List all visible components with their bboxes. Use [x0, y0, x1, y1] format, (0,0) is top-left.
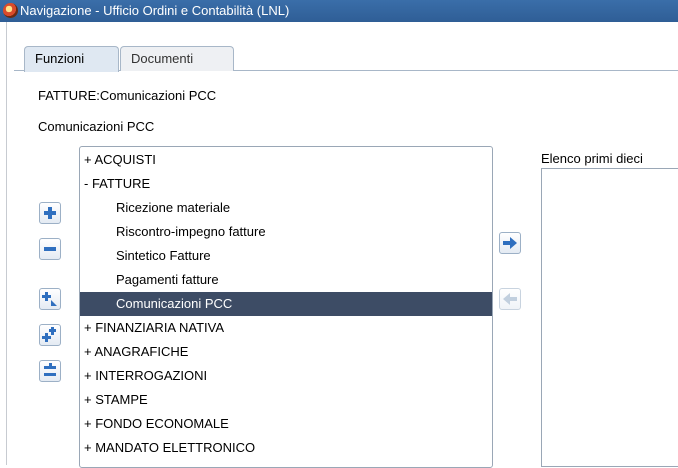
tree-item[interactable]: + ACQUISTI — [80, 148, 492, 172]
tree-item[interactable]: Sintetico Fatture — [80, 244, 492, 268]
tree-item[interactable]: + FONDO ECONOMALE — [80, 412, 492, 436]
tree-item-label: - FATTURE — [84, 176, 151, 191]
right-list[interactable] — [541, 168, 678, 467]
expand-all-button[interactable] — [39, 288, 61, 310]
window-body: Funzioni Documenti FATTURE:Comunicazioni… — [0, 22, 678, 468]
expand-button[interactable] — [39, 202, 61, 224]
tree-item-label: + MANDATO ELETTRONICO — [84, 440, 256, 455]
section-label: Comunicazioni PCC — [38, 119, 155, 134]
expand-all-icon — [42, 292, 57, 306]
window-title: Navigazione - Ufficio Ordini e Contabili… — [20, 3, 290, 18]
tree-item[interactable]: Riscontro-impegno fatture — [80, 220, 492, 244]
title-bar: Navigazione - Ufficio Ordini e Contabili… — [0, 0, 678, 22]
tree-item[interactable]: + ANAGRAFICHE — [80, 340, 492, 364]
tree-item-label: + ANAGRAFICHE — [84, 344, 189, 359]
arrow-right-icon — [503, 237, 517, 249]
tree-item-label: + FONDO ECONOMALE — [84, 416, 229, 431]
remove-button[interactable] — [499, 288, 521, 310]
tree-item[interactable]: + STAMPE — [80, 388, 492, 412]
arrow-left-icon — [503, 293, 517, 305]
tree-item-label: Riscontro-impegno fatture — [116, 224, 266, 239]
tree-item-label: Pagamenti fatture — [116, 272, 219, 287]
collapse-button[interactable] — [39, 238, 61, 260]
collapse-all-icon — [44, 363, 56, 376]
tree-item[interactable]: + INTERROGAZIONI — [80, 364, 492, 388]
right-list-label: Elenco primi dieci — [541, 151, 643, 166]
tree-item[interactable]: + FINANZIARIA NATIVA — [80, 316, 492, 340]
tree-item[interactable]: + MANDATO ELETTRONICO — [80, 436, 492, 460]
add-button[interactable] — [499, 232, 521, 254]
function-tree[interactable]: + ACQUISTI - FATTURE Ricezione materiale Ri… — [79, 146, 493, 468]
tree-item[interactable]: Ricezione materiale — [80, 196, 492, 220]
expand-branch-button[interactable] — [39, 324, 61, 346]
path-label: FATTURE:Comunicazioni PCC — [38, 88, 217, 103]
minus-icon — [44, 247, 56, 251]
tree-item-label: + STAMPE — [84, 392, 148, 407]
plus-icon — [44, 207, 56, 219]
tree-item-label: Ricezione materiale — [116, 200, 231, 215]
window-left-border — [6, 22, 7, 465]
tab-documenti[interactable]: Documenti — [120, 46, 234, 71]
tree-item-label: + ACQUISTI — [84, 152, 156, 167]
collapse-all-button[interactable] — [39, 360, 61, 382]
tree-item[interactable]: Comunicazioni PCC — [80, 292, 492, 316]
tree-item-label: + FINANZIARIA NATIVA — [84, 320, 225, 335]
tree-item[interactable]: - FATTURE — [80, 172, 492, 196]
tree-item[interactable]: Pagamenti fatture — [80, 268, 492, 292]
app-icon — [3, 3, 18, 18]
tree-item-label: + INTERROGAZIONI — [84, 368, 208, 383]
tab-funzioni[interactable]: Funzioni — [24, 46, 119, 72]
expand-branch-icon — [42, 327, 56, 342]
tree-item-label: Sintetico Fatture — [116, 248, 211, 263]
tree-item-label: Comunicazioni PCC — [116, 296, 233, 311]
